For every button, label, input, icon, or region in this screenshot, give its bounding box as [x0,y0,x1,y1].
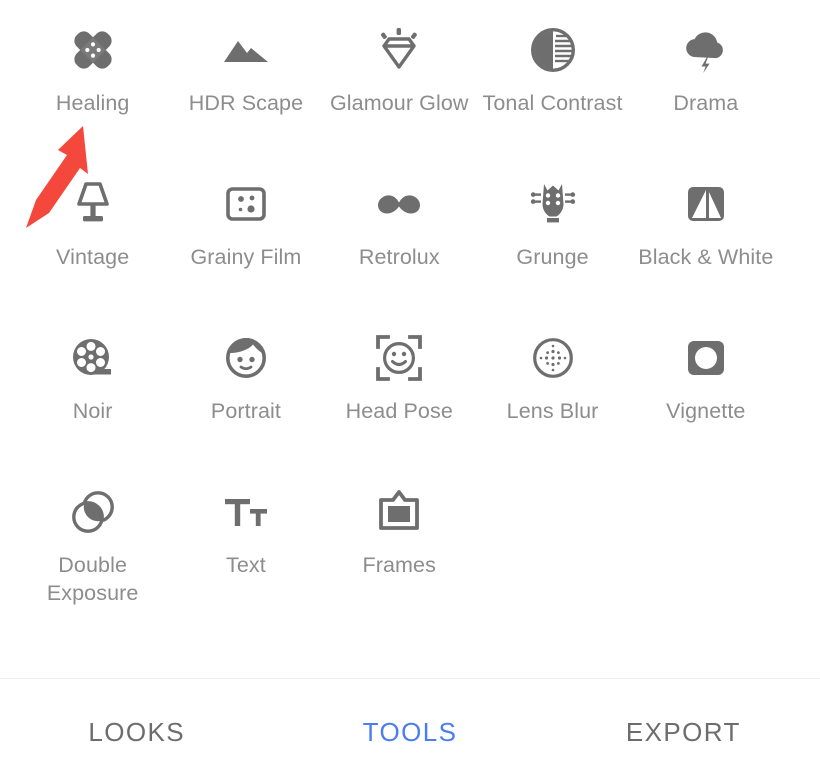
tool-label: Black & White [638,245,774,269]
tool-label: Healing [55,91,130,115]
mountains-icon [218,22,274,78]
tool-label: Double Exposure [46,553,139,605]
tool-label: Head Pose [345,399,453,423]
face-portrait-icon [218,330,274,386]
tool-label: HDR Scape [188,91,304,115]
tool-label: Vintage [56,245,130,269]
grain-square-icon [218,176,274,232]
bottom-tab-bar: LOOKS TOOLS EXPORT [0,678,820,779]
tool-item-grainy-film[interactable]: Grainy Film [169,154,322,308]
overlapping-circles-icon [65,484,121,540]
tool-label: Tonal Contrast [482,91,623,115]
tool-item-head-pose[interactable]: Head Pose [323,308,476,462]
tab-tools[interactable]: TOOLS [273,709,546,749]
tool-label: Portrait [210,399,281,423]
half-shaded-circle-icon [525,22,581,78]
text-tt-icon [218,484,274,540]
tool-item-lens-blur[interactable]: Lens Blur [476,308,629,462]
tool-item-portrait[interactable]: Portrait [169,308,322,462]
black-white-square-icon [678,176,734,232]
table-lamp-icon [65,176,121,232]
tool-label: Retrolux [358,245,440,269]
tool-label: Vignette [666,399,746,423]
tool-item-vintage[interactable]: Vintage [16,154,169,308]
picture-frame-icon [371,484,427,540]
tool-item-hdr-scape[interactable]: HDR Scape [169,0,322,154]
tool-item-healing[interactable]: Healing [16,0,169,154]
tool-item-frames[interactable]: Frames [323,462,476,616]
tool-item-noir[interactable]: Noir [16,308,169,462]
dotted-circle-icon [525,330,581,386]
tool-item-black-and-white[interactable]: Black & White [629,154,782,308]
tools-scroll-area[interactable]: Healing HDR Scape Glamour Glow Tonal Con… [0,0,820,678]
tools-grid: Healing HDR Scape Glamour Glow Tonal Con… [0,0,820,616]
tool-item-drama[interactable]: Drama [629,0,782,154]
tool-item-grunge[interactable]: Grunge [476,154,629,308]
tool-item-glamour-glow[interactable]: Glamour Glow [323,0,476,154]
tool-item-retrolux[interactable]: Retrolux [323,154,476,308]
rounded-square-dot-icon [678,330,734,386]
sparkling-diamond-icon [371,22,427,78]
bandage-cross-icon [65,22,121,78]
tool-item-double-exposure[interactable]: Double Exposure [16,462,169,616]
tool-label: Glamour Glow [329,91,469,115]
tool-label: Frames [362,553,436,577]
tab-looks[interactable]: LOOKS [0,709,273,749]
storm-cloud-icon [678,22,734,78]
tool-label: Text [226,553,266,577]
tool-item-vignette[interactable]: Vignette [629,308,782,462]
tab-export[interactable]: EXPORT [547,709,820,749]
gallery-tools-screen: Healing HDR Scape Glamour Glow Tonal Con… [0,0,820,779]
tool-label: Lens Blur [506,399,599,423]
tool-item-text[interactable]: Text [169,462,322,616]
face-brackets-icon [371,330,427,386]
tool-label: Noir [72,399,113,423]
moustache-icon [371,176,427,232]
tool-label: Grunge [516,245,589,269]
tool-label: Drama [673,91,739,115]
film-reel-icon [65,330,121,386]
tool-label: Grainy Film [190,245,302,269]
guitar-headstock-icon [525,176,581,232]
tool-item-tonal-contrast[interactable]: Tonal Contrast [476,0,629,154]
